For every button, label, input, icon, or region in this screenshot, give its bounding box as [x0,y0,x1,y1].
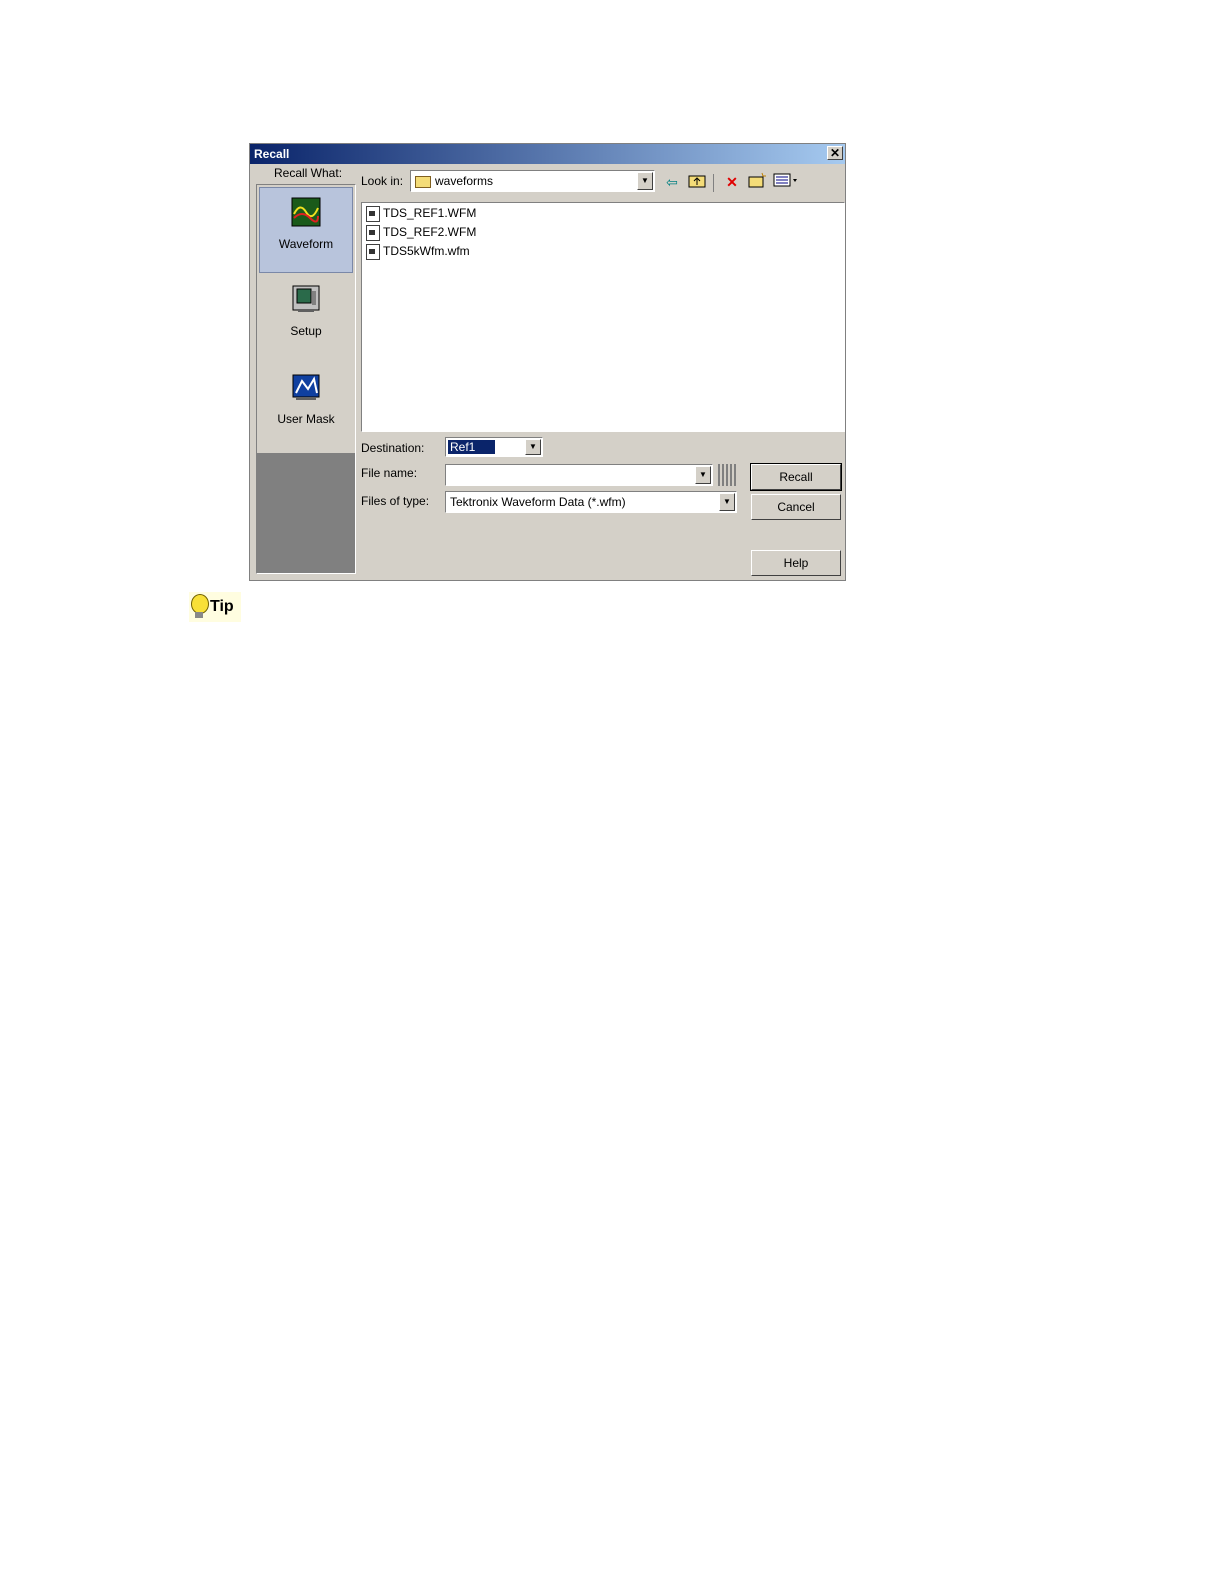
list-item[interactable]: TDS_REF1.WFM [366,206,476,223]
tip-label: Tip [210,598,234,615]
file-list[interactable]: TDS_REF1.WFM TDS_REF2.WFM TDS5kWfm.wfm [361,202,845,432]
delete-icon[interactable]: ✕ [721,172,743,192]
chevron-down-icon[interactable]: ▼ [719,493,735,511]
folder-icon [415,175,431,188]
up-folder-icon[interactable] [686,172,708,192]
file-name: TDS_REF1.WFM [383,206,477,221]
keyboard-icon[interactable] [718,464,736,486]
category-setup[interactable]: Setup [259,275,353,361]
destination-value: Ref1 [446,439,497,455]
file-name: TDS5kWfm.wfm [383,244,470,259]
files-of-type-select[interactable]: Tektronix Waveform Data (*.wfm) ▼ [445,491,737,513]
category-label: Waveform [278,237,334,251]
list-item[interactable]: TDS5kWfm.wfm [366,244,470,261]
category-panel: Waveform Setup User Mask [256,184,356,574]
look-in-value: waveforms [435,174,494,188]
view-menu-icon[interactable] [772,172,802,192]
category-user-mask[interactable]: User Mask [259,363,353,449]
dialog-title: Recall [254,147,290,161]
cancel-button[interactable]: Cancel [751,494,841,520]
destination-label: Destination: [361,441,425,455]
lightbulb-icon [191,594,209,614]
category-panel-empty [257,453,355,573]
files-of-type-value: Tektronix Waveform Data (*.wfm) [450,495,626,509]
recall-button[interactable]: Recall [750,463,842,491]
file-name-input[interactable]: ▼ [445,464,713,486]
new-folder-icon[interactable] [746,172,768,192]
file-name-label: File name: [361,466,418,480]
title-bar[interactable]: Recall ✕ [250,144,845,164]
file-name: TDS_REF2.WFM [383,225,477,240]
tip-badge: Tip [189,592,241,622]
look-in-label: Look in: [361,174,404,188]
destination-select[interactable]: Ref1 ▼ [445,437,543,457]
category-label: Setup [290,324,322,338]
waveform-file-icon [366,206,380,222]
chevron-down-icon[interactable]: ▼ [637,172,653,190]
close-icon[interactable]: ✕ [827,146,843,160]
recall-what-label: Recall What: [274,166,343,180]
waveform-icon [291,197,321,227]
look-in-select[interactable]: waveforms ▼ [410,170,655,192]
back-icon[interactable]: ⇦ [661,172,683,192]
toolbar-separator [713,174,714,192]
help-button[interactable]: Help [751,550,841,576]
recall-dialog: Recall ✕ Recall What: Waveform Setup Use… [249,143,846,581]
chevron-down-icon[interactable]: ▼ [525,439,541,455]
category-waveform[interactable]: Waveform [259,187,353,273]
list-item[interactable]: TDS_REF2.WFM [366,225,476,242]
files-of-type-label: Files of type: [361,494,430,508]
setup-icon [292,285,320,312]
category-label: User Mask [277,412,335,426]
user-mask-icon [292,374,320,400]
waveform-file-icon [366,244,380,260]
chevron-down-icon[interactable]: ▼ [695,466,711,484]
waveform-file-icon [366,225,380,241]
